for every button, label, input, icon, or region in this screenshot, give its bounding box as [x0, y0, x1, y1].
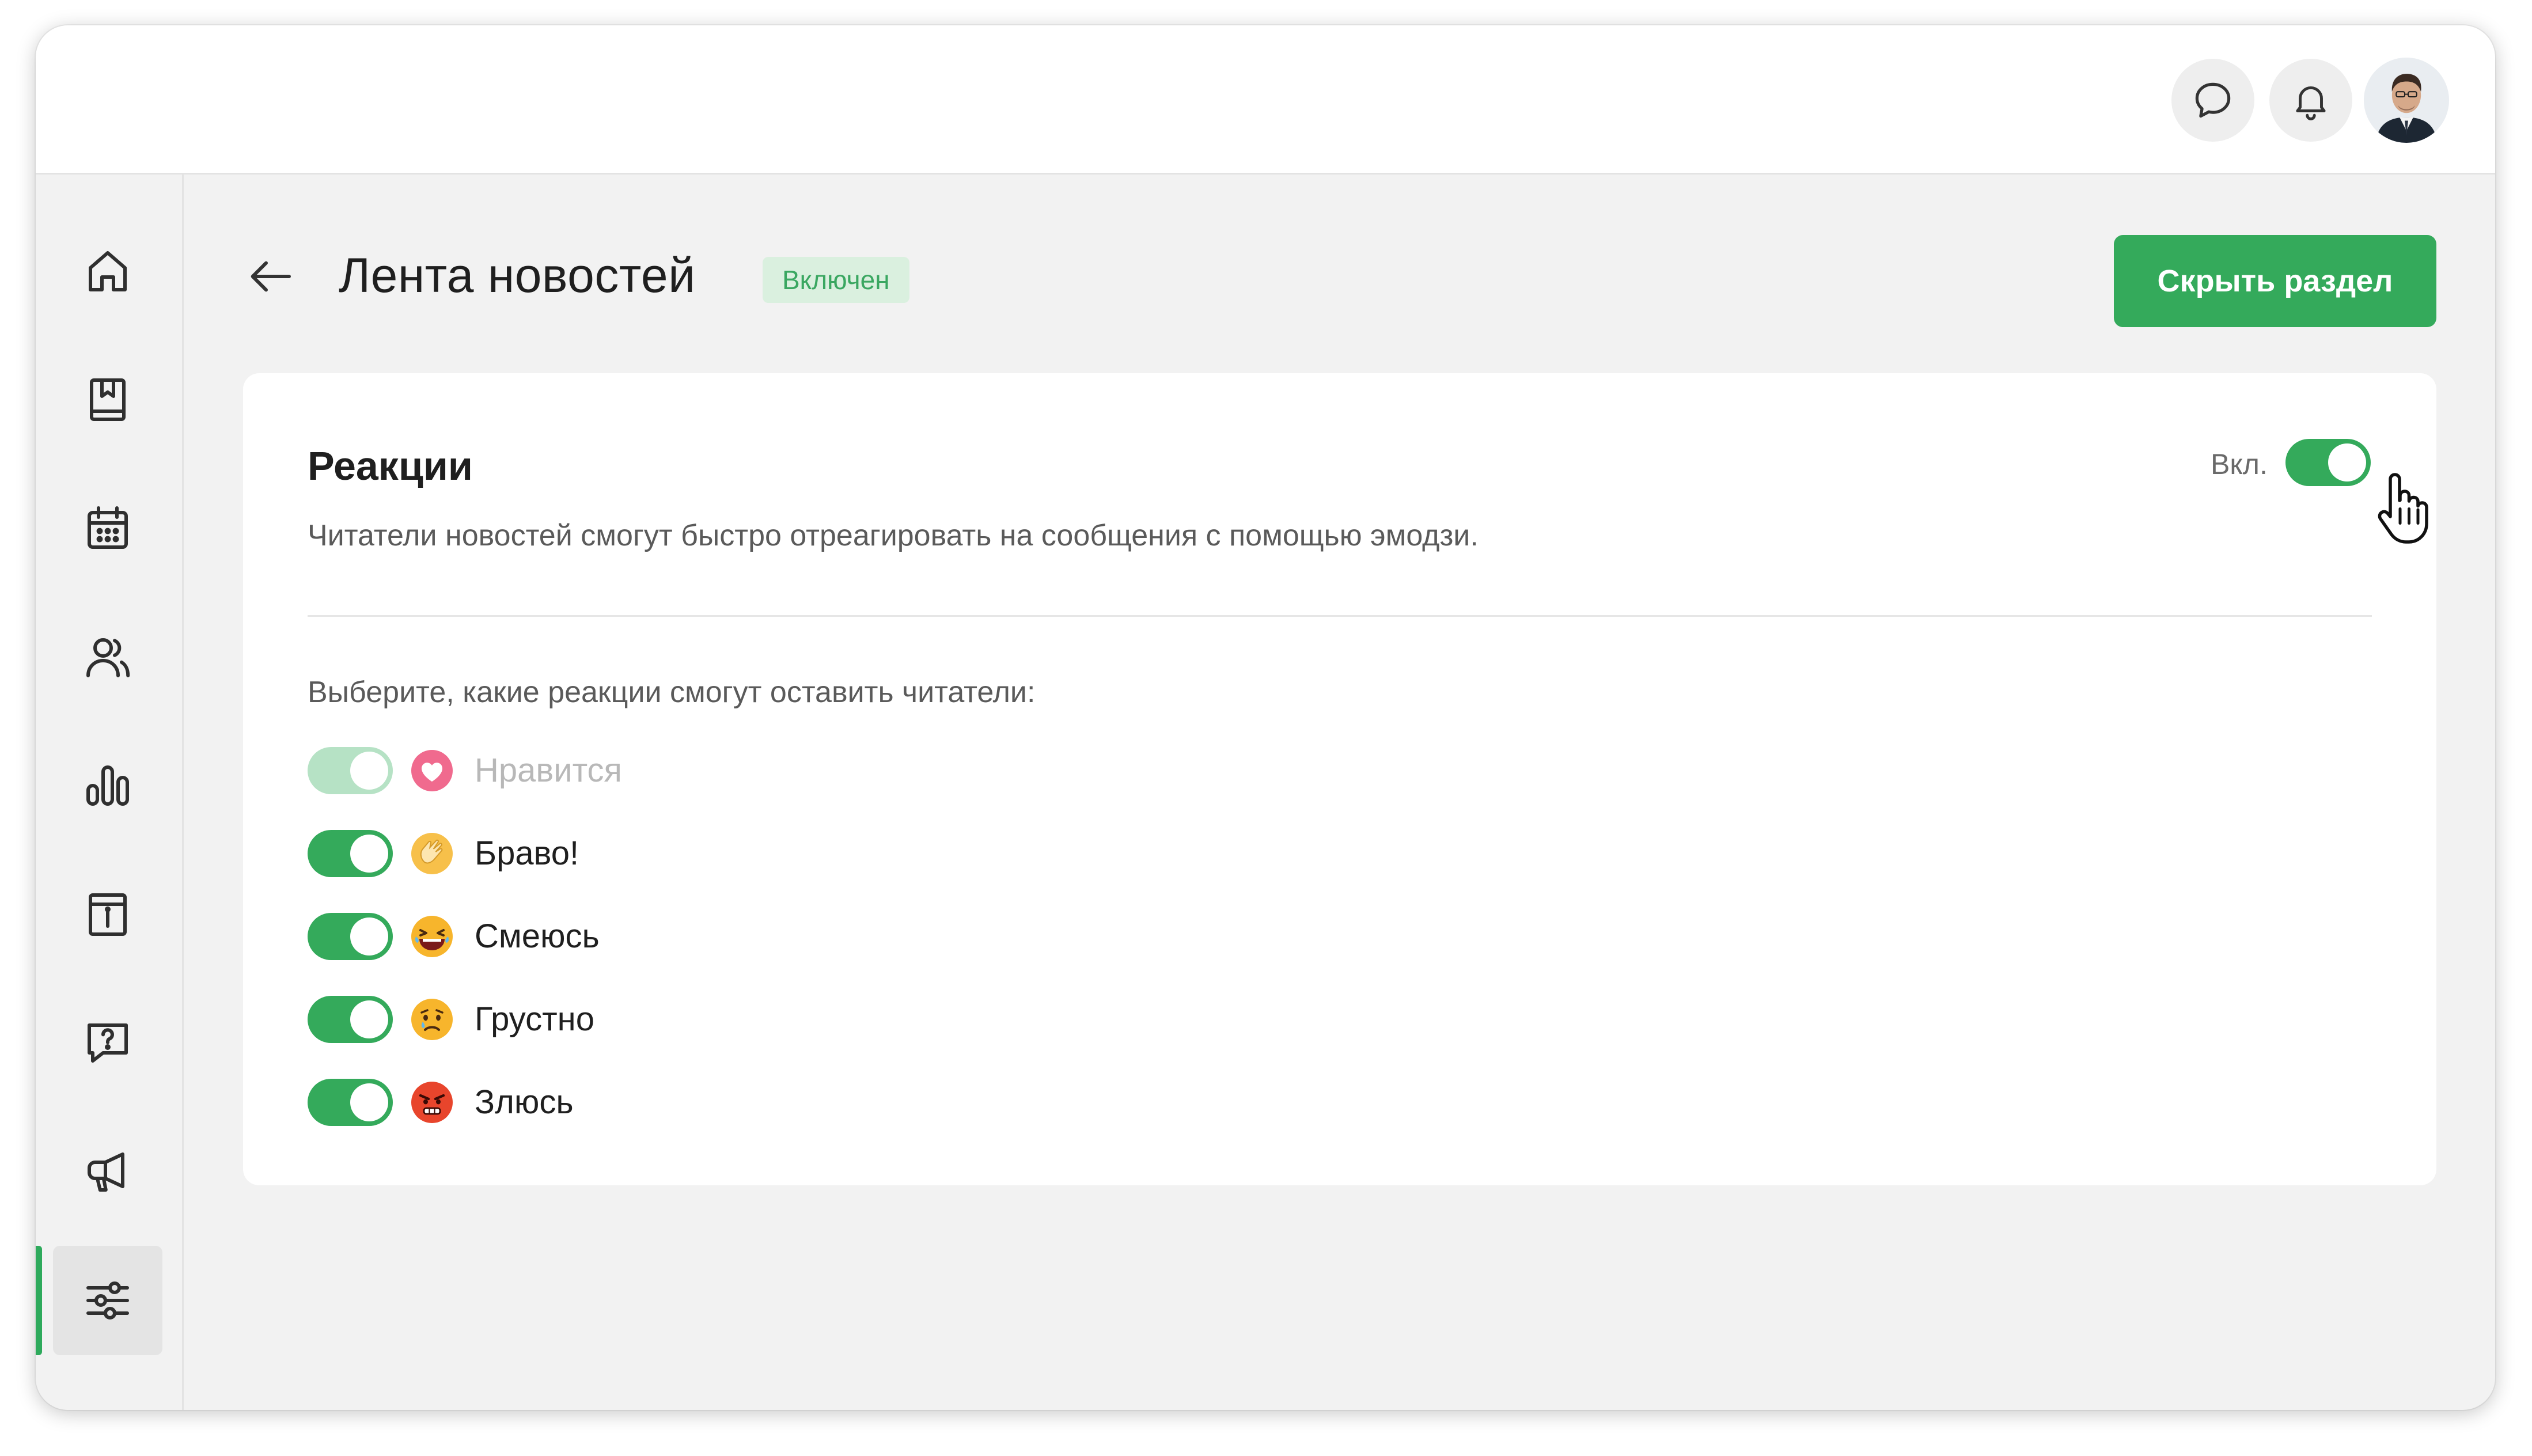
reactions-card: Реакции Читатели новостей смогут быстро … [243, 373, 2436, 1185]
active-nav-indicator [36, 1246, 42, 1355]
page-title: Лента новостей [339, 248, 696, 302]
toggle-knob [350, 752, 388, 790]
sidebar-item-settings[interactable] [53, 1246, 162, 1355]
reaction-label-laugh: Смеюсь [475, 917, 600, 955]
sidebar-item-users[interactable] [53, 602, 162, 712]
sidebar [36, 175, 184, 1410]
hand-cursor-icon [2378, 473, 2428, 544]
toggle-knob [350, 1000, 388, 1038]
reaction-toggle-like [308, 747, 393, 794]
sidebar-item-knowledge[interactable] [53, 345, 162, 454]
bar-chart-icon [86, 765, 129, 806]
info-icon [89, 893, 127, 936]
users-icon [86, 638, 130, 677]
toggle-knob [2328, 443, 2366, 481]
sad-emoji-icon [411, 999, 453, 1040]
toggle-knob [350, 1083, 388, 1121]
arrow-left-icon [251, 261, 291, 292]
reaction-toggle-angry[interactable] [308, 1079, 393, 1126]
reactions-toggle[interactable] [2285, 439, 2371, 486]
chat-bubble-icon [2195, 82, 2231, 118]
reaction-label-angry: Злюсь [475, 1083, 574, 1121]
sidebar-item-analytics[interactable] [53, 731, 162, 840]
reaction-label-bravo: Браво! [475, 835, 579, 872]
reactions-toggle-label: Вкл. [2211, 448, 2268, 480]
reaction-label-like: Нравится [475, 752, 622, 789]
reaction-toggle-bravo[interactable] [308, 830, 393, 877]
app-window: Лента новостей Включен Скрыть раздел Реа… [36, 25, 2495, 1410]
toggle-knob [350, 917, 388, 955]
sidebar-item-info[interactable] [53, 860, 162, 969]
reactions-hint: Выберите, какие реакции смогут оставить … [308, 676, 1036, 709]
bell-icon [2296, 86, 2326, 120]
angry-emoji-icon [411, 1082, 453, 1123]
megaphone-icon [88, 1152, 124, 1192]
sliders-icon [86, 1281, 129, 1320]
sidebar-item-calendar[interactable] [53, 474, 162, 583]
top-bar [36, 25, 2495, 175]
reaction-label-sad: Грустно [475, 1000, 594, 1038]
laughing-emoji-icon [411, 916, 453, 957]
user-avatar-icon [2364, 58, 2449, 143]
sidebar-item-help[interactable] [53, 988, 162, 1097]
sidebar-item-announcements[interactable] [53, 1117, 162, 1226]
heart-emoji-icon [411, 750, 453, 791]
avatar[interactable] [2364, 58, 2449, 143]
card-title: Реакции [308, 443, 473, 488]
hide-section-button[interactable]: Скрыть раздел [2114, 235, 2436, 327]
card-description: Читатели новостей смогут быстро отреагир… [308, 519, 1479, 552]
back-button[interactable] [243, 253, 301, 299]
chat-button[interactable] [2171, 59, 2254, 142]
reaction-toggle-laugh[interactable] [308, 913, 393, 960]
card-divider [308, 615, 2372, 617]
home-icon [89, 251, 127, 291]
toggle-knob [350, 835, 388, 873]
status-badge: Включен [763, 257, 909, 303]
reaction-toggle-sad[interactable] [308, 996, 393, 1043]
sidebar-item-home[interactable] [53, 217, 162, 326]
book-icon [90, 378, 126, 421]
calendar-icon [88, 506, 128, 549]
clapping-emoji-icon [411, 833, 453, 874]
notifications-button[interactable] [2269, 59, 2352, 142]
help-chat-icon [88, 1023, 128, 1063]
